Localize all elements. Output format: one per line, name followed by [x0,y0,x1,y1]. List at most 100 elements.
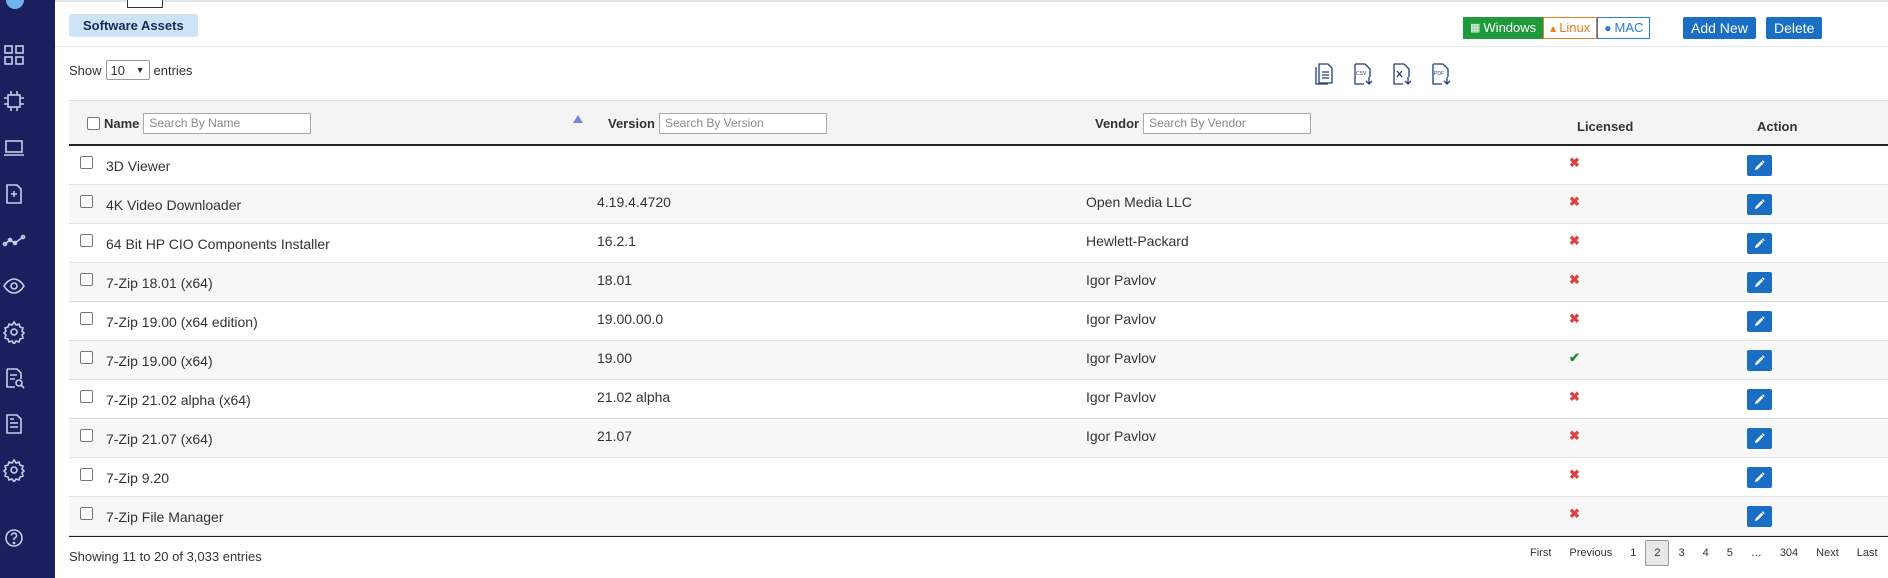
analytics-icon[interactable] [2,228,26,252]
pencil-icon [1754,433,1765,444]
licensed-status: ✖ [1569,494,1580,533]
table-row[interactable]: 7-Zip 9.20 ✖ [69,458,1888,497]
table-row[interactable]: 3D Viewer ✖ [69,146,1888,185]
table-row[interactable]: 7-Zip 19.00 (x64) 19.00 Igor Pavlov ✔ [69,341,1888,380]
cross-icon: ✖ [1569,271,1580,287]
version-search-input[interactable] [658,112,827,134]
action-cell [1747,185,1772,224]
linux-icon: ▴ [1550,21,1557,35]
table-row[interactable]: 7-Zip 19.00 (x64 edition) 19.00.00.0 Igor … [69,302,1888,341]
row-checkbox[interactable] [80,234,93,247]
row-checkbox[interactable] [80,273,93,286]
software-name: 7-Zip 19.00 (x64) [106,352,213,369]
table-row[interactable]: 4K Video Downloader 4.19.4.4720 Open Media… [69,185,1888,224]
page-button-304[interactable]: 304 [1771,540,1807,566]
linux-filter-button[interactable]: ▴ Linux [1543,17,1598,39]
mac-filter-button[interactable]: ● MAC [1597,17,1651,39]
report-add-icon[interactable] [2,182,26,206]
eye-icon[interactable] [2,274,26,298]
table-info: Showing 11 to 20 of 3,033 entries [69,549,262,564]
vendor-column-label[interactable]: Vendor [1095,116,1139,131]
page-button-3[interactable]: 3 [1669,540,1693,566]
table-row[interactable]: 7-Zip 18.01 (x64) 18.01 Igor Pavlov ✖ [69,263,1888,302]
sort-ascending-icon[interactable] [573,115,583,123]
table-row[interactable]: 64 Bit HP CIO Components Installer 16.2.1… [69,224,1888,263]
pencil-icon [1754,355,1765,366]
row-checkbox[interactable] [80,468,93,481]
row-checkbox[interactable] [80,312,93,325]
page-button-4[interactable]: 4 [1694,540,1718,566]
previous-page-button[interactable]: Previous [1560,540,1621,566]
last-page-button[interactable]: Last [1848,540,1887,566]
page-button-2[interactable]: 2 [1645,540,1670,566]
row-checkbox[interactable] [80,156,93,169]
action-cell [1747,419,1772,458]
edit-button[interactable] [1747,506,1772,527]
search-document-icon[interactable] [2,366,26,390]
software-name: 3D Viewer [106,157,171,174]
licensed-status: ✖ [1569,455,1580,494]
table-row[interactable]: 7-Zip 21.02 alpha (x64) 21.02 alpha Igor P… [69,380,1888,419]
first-page-button[interactable]: First [1521,540,1560,566]
app-logo-icon[interactable] [3,0,27,12]
delete-button[interactable]: Delete [1766,17,1823,39]
vendor-search-input[interactable] [1143,112,1312,134]
action-cell [1747,146,1772,185]
windows-filter-button[interactable]: ▦ Windows [1463,17,1544,39]
software-name: 7-Zip 21.07 (x64) [106,430,213,447]
document-icon[interactable] [2,412,26,436]
row-checkbox[interactable] [80,429,93,442]
row-checkbox[interactable] [80,507,93,520]
mac-filter-label: MAC [1614,20,1644,35]
chip-icon[interactable] [2,89,26,113]
edit-button[interactable] [1747,194,1772,215]
cross-icon: ✖ [1569,193,1580,209]
row-checkbox[interactable] [80,390,93,403]
settings-alt-icon[interactable] [2,458,26,484]
action-header: Action [1757,118,1798,134]
edit-button[interactable] [1747,311,1772,332]
name-column-label[interactable]: Name [104,116,139,131]
header-divider [55,46,1888,47]
table-row[interactable]: 7-Zip 21.07 (x64) 21.07 Igor Pavlov ✖ [69,419,1888,458]
row-checkbox[interactable] [80,195,93,208]
licensed-header[interactable]: Licensed [1577,104,1633,148]
action-cell [1747,263,1772,302]
licensed-status: ✔ [1569,338,1580,377]
add-new-button[interactable]: Add New [1683,17,1756,39]
software-vendor: Igor Pavlov [1086,427,1157,444]
version-column-label[interactable]: Version [608,116,655,131]
edit-button[interactable] [1747,428,1772,449]
edit-button[interactable] [1747,467,1772,488]
select-all-checkbox[interactable] [87,116,100,130]
settings-icon[interactable] [2,320,26,346]
software-version: 19.00 [597,349,633,366]
page-button-5[interactable]: 5 [1718,540,1742,566]
table-row[interactable]: 7-Zip File Manager ✖ [69,497,1888,536]
linux-filter-label: Linux [1559,20,1591,35]
page-button-1[interactable]: 1 [1621,540,1645,566]
edit-button[interactable] [1747,389,1772,410]
edit-button[interactable] [1747,350,1772,371]
excel-icon[interactable] [1391,62,1413,86]
copy-icon[interactable] [1313,62,1335,86]
laptop-icon[interactable] [2,136,26,160]
software-version: 21.02 alpha [597,388,671,405]
action-cell [1747,458,1772,497]
software-name: 7-Zip 19.00 (x64 edition) [106,313,258,330]
pdf-icon[interactable]: PDF [1430,62,1452,86]
svg-text:CSV: CSV [1356,71,1367,77]
software-name: 7-Zip File Manager [106,508,224,525]
row-checkbox-cell [80,143,93,182]
help-icon[interactable] [2,526,26,550]
next-page-button[interactable]: Next [1807,540,1848,566]
edit-button[interactable] [1747,155,1772,176]
name-search-input[interactable] [143,112,312,134]
dashboard-grid-icon[interactable] [2,43,26,67]
licensed-status: ✖ [1569,182,1580,221]
row-checkbox[interactable] [80,351,93,364]
csv-icon[interactable]: CSV [1352,62,1374,86]
page-length-select[interactable]: 10 ▼ [105,60,150,80]
edit-button[interactable] [1747,233,1772,254]
edit-button[interactable] [1747,272,1772,293]
